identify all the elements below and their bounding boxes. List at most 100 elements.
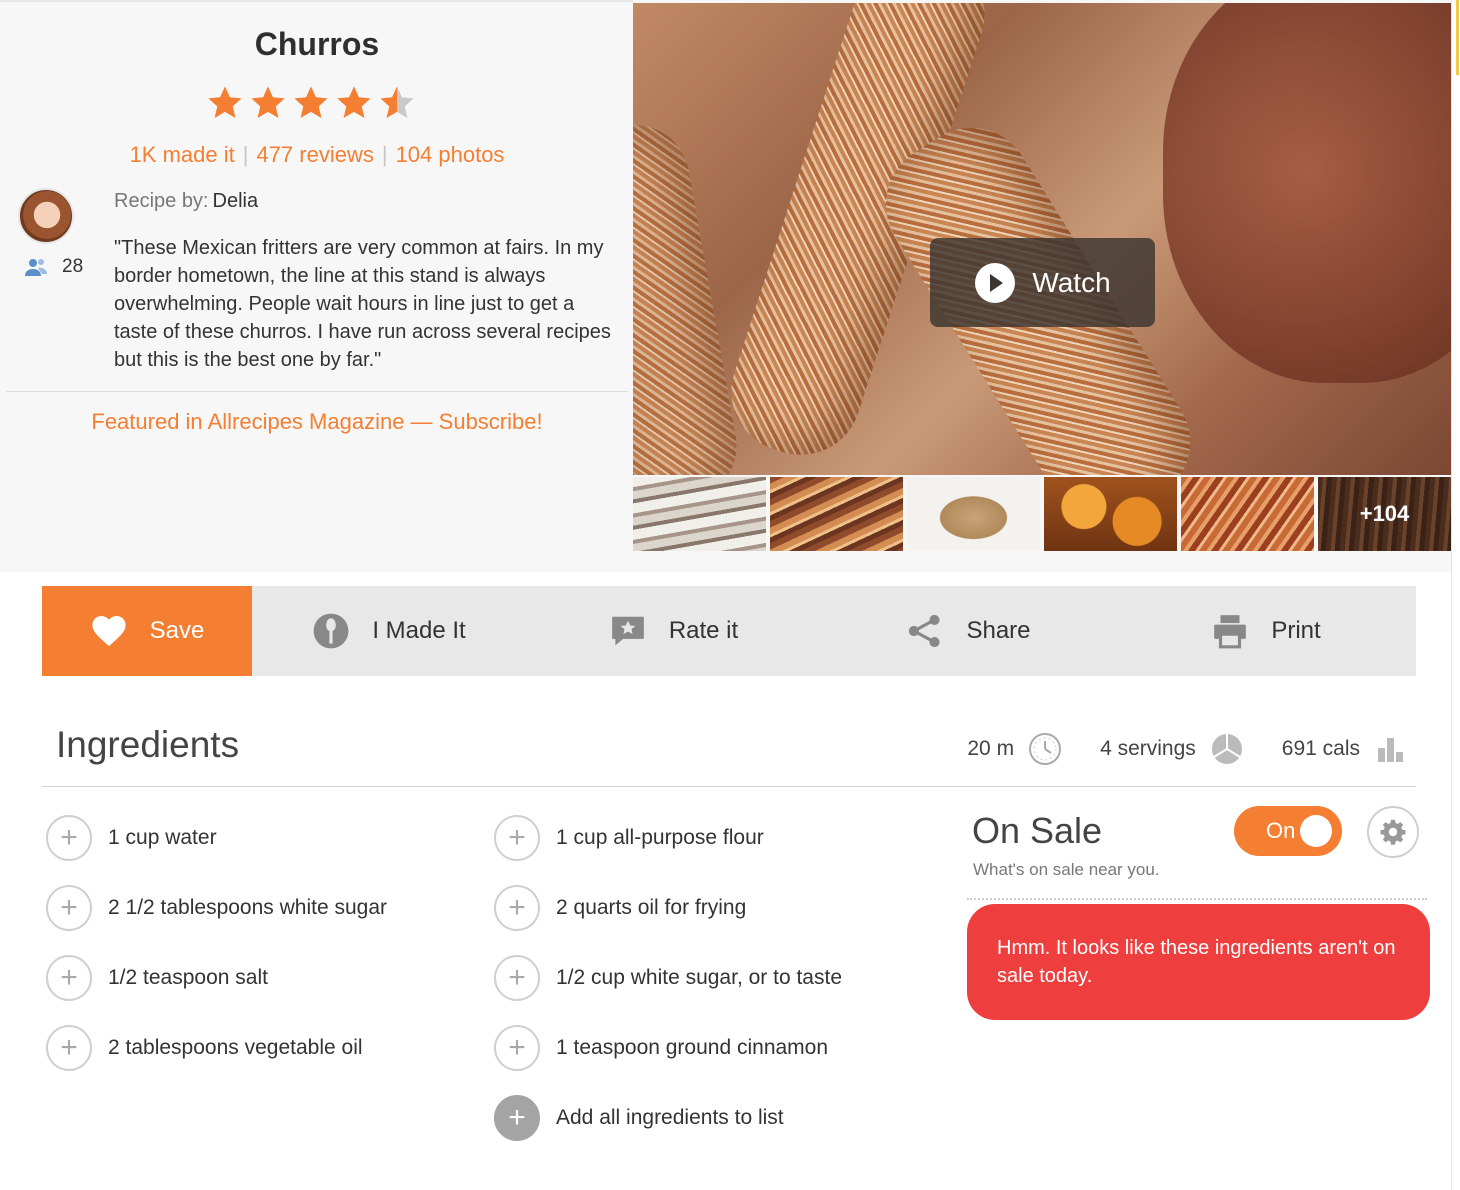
half-star-icon bbox=[380, 86, 414, 119]
plus-icon[interactable]: + bbox=[494, 815, 540, 861]
recipe-header-area: Churros 1K made it | 477 reviews | 104 photo… bbox=[0, 0, 1460, 572]
save-label: Save bbox=[149, 617, 205, 644]
i-made-it-button[interactable]: I Made It bbox=[252, 586, 526, 676]
byline-label: Recipe by: bbox=[114, 190, 209, 212]
recipe-description: "These Mexican fritters are very common … bbox=[114, 237, 611, 371]
print-button[interactable]: Print bbox=[1116, 586, 1416, 676]
photo-thumbnail[interactable] bbox=[633, 477, 766, 551]
photo-thumbnail-strip: +104 bbox=[633, 477, 1453, 551]
recipe-title: Churros bbox=[254, 26, 380, 62]
plus-icon[interactable]: + bbox=[494, 885, 540, 931]
save-button[interactable]: Save bbox=[42, 586, 252, 676]
i-made-it-icon bbox=[313, 613, 349, 649]
magazine-subscribe-link[interactable]: Featured in Allrecipes Magazine — Subscr… bbox=[6, 409, 628, 435]
ingredient-label: 1 teaspoon ground cinnamon bbox=[556, 1036, 829, 1059]
plus-icon[interactable]: + bbox=[46, 885, 92, 931]
rate-icon bbox=[611, 616, 644, 646]
recipe-hero-photo[interactable]: Watch bbox=[633, 3, 1453, 475]
ingredient-label: 1/2 teaspoon salt bbox=[108, 966, 268, 989]
photo-thumbnail[interactable] bbox=[907, 477, 1040, 551]
ingredient-label: 2 quarts oil for frying bbox=[556, 896, 747, 919]
rate-it-button[interactable]: Rate it bbox=[526, 586, 821, 676]
rate-it-label: Rate it bbox=[668, 617, 739, 644]
share-button[interactable]: Share bbox=[821, 586, 1116, 676]
watch-video-button[interactable]: Watch bbox=[930, 238, 1155, 327]
more-photos-thumbnail[interactable]: +104 bbox=[1318, 477, 1451, 551]
add-all-label: Add all ingredients to list bbox=[556, 1106, 784, 1129]
photo-thumbnail[interactable] bbox=[770, 477, 903, 551]
add-all-ingredients-button[interactable]: + Add all ingredients to list bbox=[494, 1095, 784, 1141]
ingredient-item[interactable]: + 1 teaspoon ground cinnamon bbox=[494, 1025, 828, 1071]
photo-churro-shape bbox=[633, 116, 746, 475]
photo-thumbnail[interactable] bbox=[1044, 477, 1177, 551]
ingredient-label: 2 tablespoons vegetable oil bbox=[108, 1036, 363, 1059]
stats-separator: | bbox=[381, 142, 388, 167]
ingredient-item[interactable]: + 2 1/2 tablespoons white sugar bbox=[46, 885, 387, 931]
recipe-byline: Recipe by: Delia bbox=[114, 190, 258, 213]
photo-bowl-shape bbox=[1163, 3, 1453, 383]
ingredient-item[interactable]: + 1 cup all-purpose flour bbox=[494, 815, 764, 861]
ingredient-label: 1 cup all-purpose flour bbox=[556, 826, 764, 849]
author-avatar[interactable] bbox=[18, 188, 74, 244]
summary-divider bbox=[6, 391, 628, 392]
clock-icon bbox=[1029, 733, 1062, 765]
toggle-label: On bbox=[1266, 818, 1296, 843]
plus-icon[interactable]: + bbox=[494, 1025, 540, 1071]
followers-count: 28 bbox=[62, 256, 84, 277]
on-sale-toggle[interactable]: On bbox=[1234, 806, 1342, 856]
plus-icon[interactable]: + bbox=[494, 1095, 540, 1141]
recipe-stats: 1K made it | 477 reviews | 104 photos bbox=[6, 142, 628, 168]
star-icon bbox=[208, 86, 242, 119]
scroll-marker bbox=[1456, 0, 1459, 75]
ingredient-item[interactable]: + 2 tablespoons vegetable oil bbox=[46, 1025, 363, 1071]
stats-separator: | bbox=[242, 142, 249, 167]
ingredients-heading: Ingredients bbox=[56, 724, 240, 765]
calories[interactable]: 691 cals bbox=[1282, 737, 1360, 761]
on-sale-settings-button[interactable] bbox=[1367, 806, 1419, 858]
watch-label: Watch bbox=[1032, 266, 1111, 298]
on-sale-divider bbox=[967, 898, 1427, 900]
more-photos-count: +104 bbox=[1359, 501, 1410, 526]
ingredient-label: 1/2 cup white sugar, or to taste bbox=[556, 966, 843, 989]
recipe-action-bar: Save I Made It Rate it Share Print bbox=[42, 586, 1416, 676]
reviews-link[interactable]: 477 reviews bbox=[256, 142, 373, 167]
play-icon bbox=[975, 262, 1016, 303]
photo-thumbnail[interactable] bbox=[1181, 477, 1314, 551]
on-sale-subtitle: What's on sale near you. bbox=[973, 860, 1160, 879]
star-icon bbox=[294, 86, 328, 119]
recipe-summary: Churros 1K made it | 477 reviews | 104 photo… bbox=[6, 0, 628, 572]
author-name-link[interactable]: Delia bbox=[213, 190, 259, 212]
ingredient-label: 1 cup water bbox=[108, 826, 217, 849]
servings-icon bbox=[1211, 734, 1242, 764]
ingredient-item[interactable]: + 1/2 cup white sugar, or to taste bbox=[494, 955, 842, 1001]
page-scrollbar[interactable] bbox=[1451, 0, 1460, 1190]
i-made-it-label: I Made It bbox=[372, 617, 466, 644]
photos-link[interactable]: 104 photos bbox=[396, 142, 505, 167]
ingredient-item[interactable]: + 2 quarts oil for frying bbox=[494, 885, 746, 931]
servings-count[interactable]: 4 servings bbox=[1100, 737, 1196, 761]
recipe-meta: 20 m 4 servings 691 cals bbox=[967, 732, 1408, 766]
toggle-knob bbox=[1300, 815, 1332, 847]
rating-stars[interactable] bbox=[206, 84, 416, 128]
made-it-count-link[interactable]: 1K made it bbox=[130, 142, 235, 167]
gear-icon bbox=[1380, 819, 1406, 845]
star-icon bbox=[251, 86, 285, 119]
followers-icon bbox=[25, 259, 47, 276]
plus-icon[interactable]: + bbox=[46, 815, 92, 861]
no-sale-message: Hmm. It looks like these ingredients are… bbox=[967, 904, 1430, 1020]
share-label: Share bbox=[966, 617, 1031, 644]
heart-icon bbox=[92, 615, 126, 647]
share-icon bbox=[909, 614, 941, 648]
star-icon bbox=[337, 86, 371, 119]
nutrition-icon bbox=[1378, 738, 1403, 762]
print-icon bbox=[1214, 615, 1247, 649]
prep-time: 20 m bbox=[967, 737, 1015, 760]
ingredients-divider bbox=[42, 786, 1416, 787]
print-label: Print bbox=[1271, 617, 1321, 644]
plus-icon[interactable]: + bbox=[494, 955, 540, 1001]
plus-icon[interactable]: + bbox=[46, 955, 92, 1001]
plus-icon[interactable]: + bbox=[46, 1025, 92, 1071]
ingredient-item[interactable]: + 1 cup water bbox=[46, 815, 217, 861]
ingredient-item[interactable]: + 1/2 teaspoon salt bbox=[46, 955, 268, 1001]
author-followers[interactable]: 28 bbox=[24, 256, 83, 278]
